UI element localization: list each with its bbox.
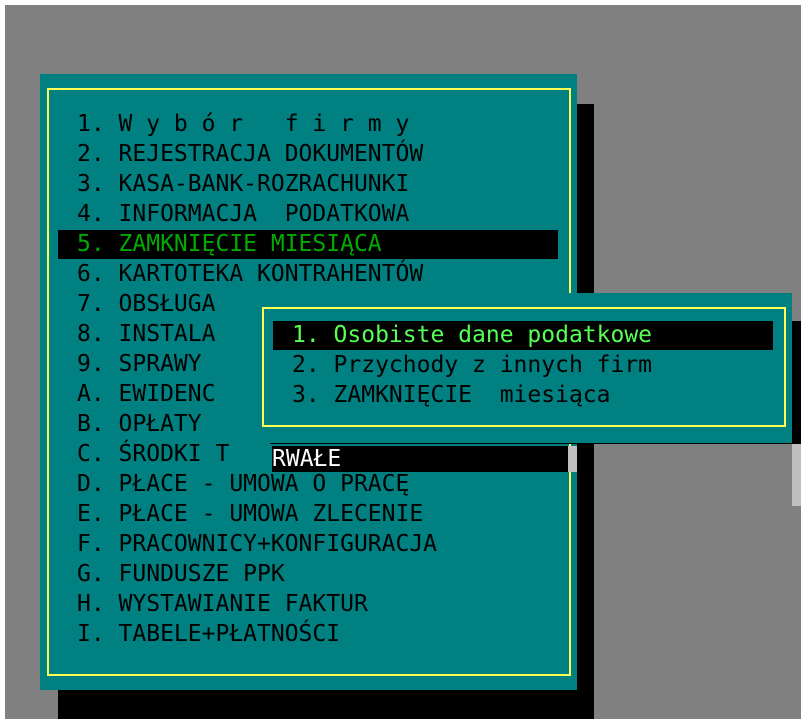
submenu-item-1[interactable]: 1. Osobiste dane podatkowe	[273, 321, 773, 350]
partial-menu-label-rwale: RWAŁE	[272, 446, 568, 472]
main-menu-item-9[interactable]: 9. SPRAWY	[77, 350, 202, 379]
main-menu-item-17[interactable]: H. WYSTAWIANIE FAKTUR	[77, 590, 368, 619]
main-menu-item-6[interactable]: 6. KARTOTEKA KONTRAHENTÓW	[77, 260, 423, 289]
submenu-item-3[interactable]: 3. ZAMKNIĘCIE miesiąca	[273, 381, 611, 410]
light-strip	[568, 446, 577, 472]
main-menu-item-1[interactable]: 1. W y b ó r f i r m y	[77, 110, 409, 139]
main-menu-item-3[interactable]: 3. KASA-BANK-ROZRACHUNKI	[77, 170, 409, 199]
main-menu-item-16[interactable]: G. FUNDUSZE PPK	[77, 560, 285, 589]
main-menu-item-14[interactable]: E. PŁACE - UMOWA ZLECENIE	[77, 500, 423, 529]
main-menu-item-11[interactable]: B. OPŁATY	[77, 410, 202, 439]
submenu-panel: 1. Osobiste dane podatkowe 2. Przychody z…	[255, 293, 792, 443]
main-menu-item-5[interactable]: 5. ZAMKNIĘCIE MIESIĄCA	[58, 230, 558, 259]
main-menu-item-10[interactable]: A. EWIDENC	[77, 380, 215, 409]
main-menu-item-18[interactable]: I. TABELE+PŁATNOŚCI	[77, 620, 340, 649]
main-menu-item-13[interactable]: D. PŁACE - UMOWA O PRACĘ	[77, 470, 409, 499]
main-menu-item-12[interactable]: C. ŚRODKI T	[77, 440, 229, 469]
shadow-edge-light	[792, 444, 801, 506]
main-menu-item-2[interactable]: 2. REJESTRACJA DOKUMENTÓW	[77, 140, 423, 169]
main-menu-item-8[interactable]: 8. INSTALA	[77, 320, 215, 349]
main-menu-item-7[interactable]: 7. OBSŁUGA	[77, 290, 215, 319]
submenu-item-2[interactable]: 2. Przychody z innych firm	[273, 351, 652, 380]
main-menu-item-15[interactable]: F. PRACOWNICY+KONFIGURACJA	[77, 530, 437, 559]
main-menu-item-4[interactable]: 4. INFORMACJA PODATKOWA	[77, 200, 409, 229]
